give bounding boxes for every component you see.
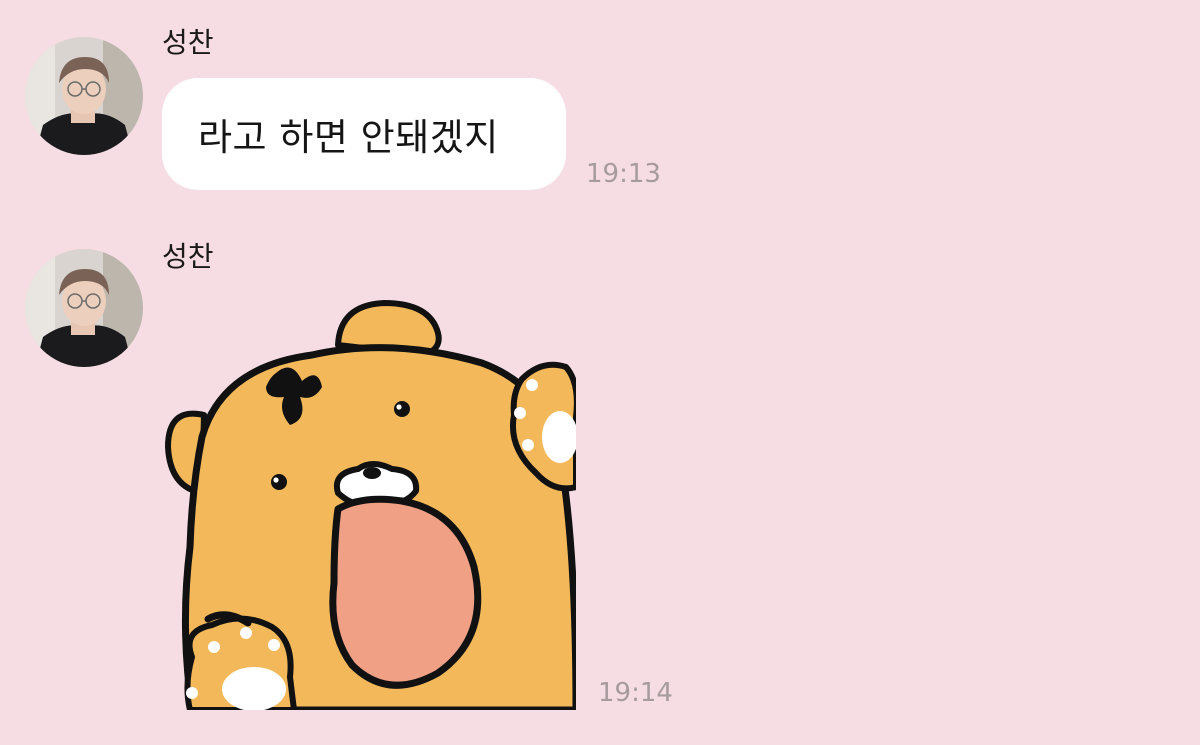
sender-name: 성찬: [162, 240, 214, 273]
sender-name: 성찬: [162, 26, 214, 59]
profile-photo-icon: [25, 37, 143, 155]
message-bubble[interactable]: 라고 하면 안돼겠지: [162, 78, 566, 190]
profile-photo-icon: [25, 249, 143, 367]
chat-thread: 성찬 라고 하면 안돼겠지 19:13 성찬 19:14: [0, 0, 1200, 745]
avatar[interactable]: [25, 249, 143, 367]
message-time: 19:14: [598, 678, 673, 708]
message-time: 19:13: [586, 159, 661, 189]
sticker-message[interactable]: [162, 297, 576, 710]
avatar[interactable]: [25, 37, 143, 155]
tiger-sticker-icon: [165, 300, 576, 710]
